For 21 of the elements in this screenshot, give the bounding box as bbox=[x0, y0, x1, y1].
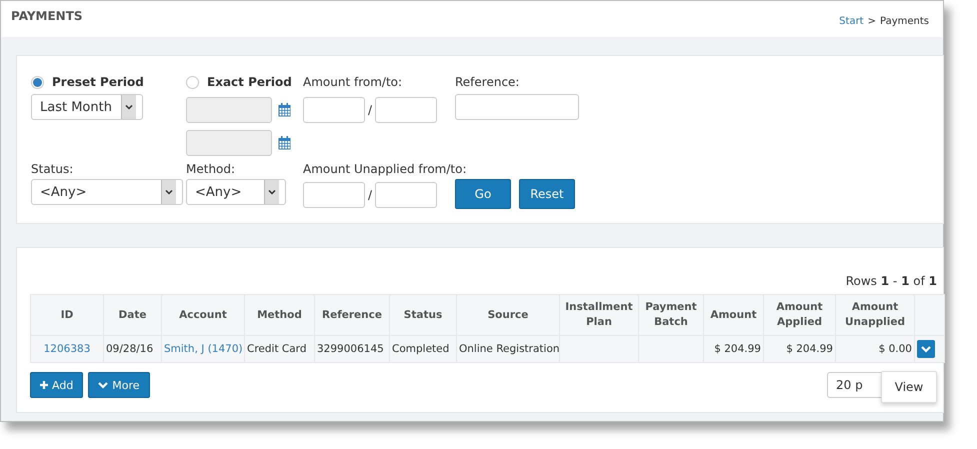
table-cell: $ 204.99 bbox=[704, 336, 764, 362]
table-cell: Online Registration bbox=[456, 336, 560, 362]
breadcrumb-separator: > bbox=[868, 16, 876, 26]
field-label: Reference: bbox=[455, 75, 520, 89]
field-label: Status: bbox=[31, 162, 74, 176]
radio-label: Preset Period bbox=[52, 75, 144, 89]
rows-info: Rows 1 - 1 of 1 bbox=[846, 274, 937, 288]
table-cell: 3299006145 bbox=[314, 336, 390, 362]
field-label: Amount from/to: bbox=[303, 75, 404, 89]
radio-label: Exact Period bbox=[207, 75, 292, 89]
separator-text: / bbox=[368, 103, 372, 117]
table-cell: $ 0.00 bbox=[836, 336, 914, 362]
table-cell: $ 204.99 bbox=[764, 336, 836, 362]
table-cell: 09/28/16 bbox=[104, 336, 162, 362]
page-title: PAYMENTS bbox=[11, 8, 83, 25]
field-label: Method: bbox=[186, 162, 236, 176]
field-label: Amount Unapplied from/to: bbox=[303, 162, 468, 176]
breadcrumb-current: Payments bbox=[880, 16, 929, 26]
table-cell: Completed bbox=[390, 336, 456, 362]
table-cell: Credit Card bbox=[244, 336, 314, 362]
separator-text: / bbox=[368, 188, 372, 202]
